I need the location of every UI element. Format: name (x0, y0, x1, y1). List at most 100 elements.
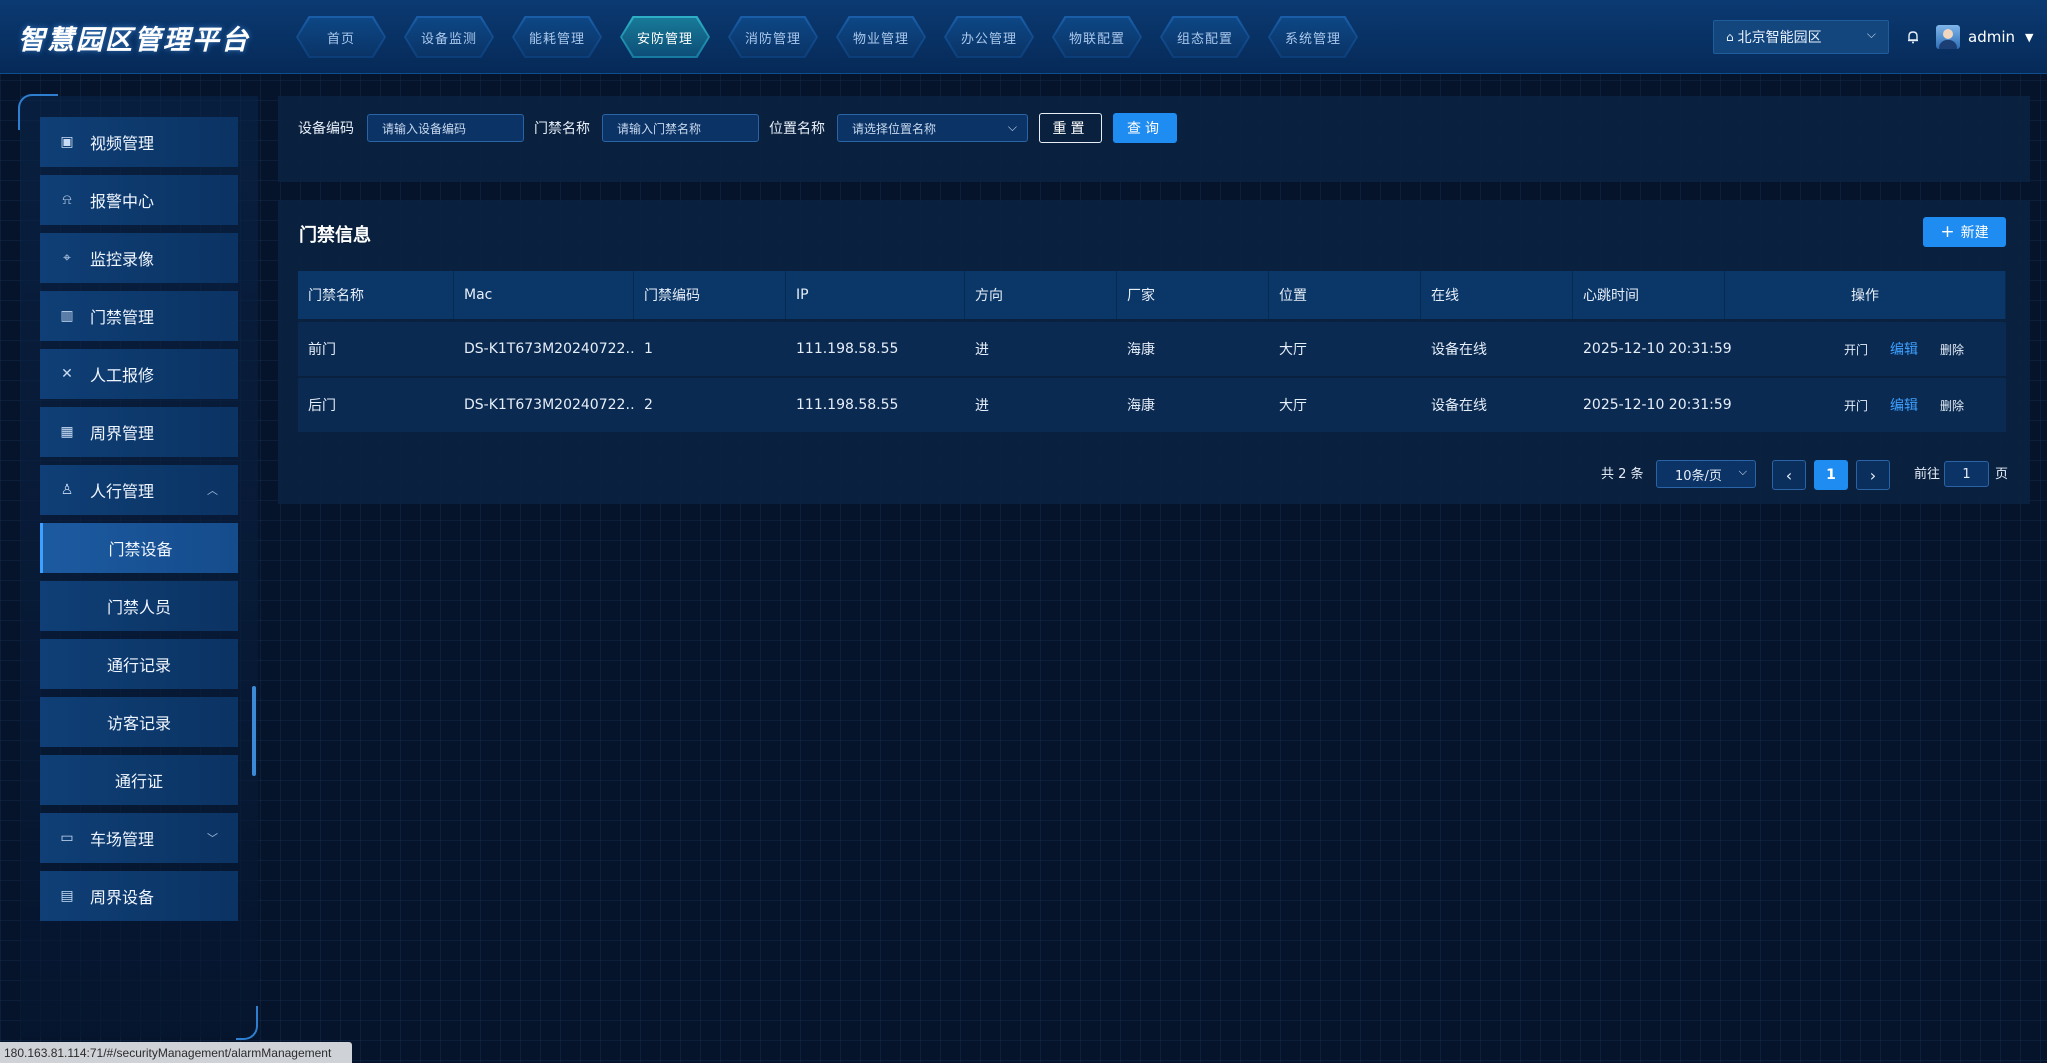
parking-icon: ▭ (60, 830, 74, 846)
door-name-input[interactable]: 请输入门禁名称 (602, 114, 759, 142)
nav-tab-scada-config[interactable]: 组态配置 (1160, 16, 1250, 58)
user-menu[interactable]: admin ▼ (1936, 24, 2033, 50)
sidebar-item-perimeter-device[interactable]: ▤ 周界设备 (40, 871, 238, 921)
sidebar-item-video[interactable]: ▣ 视频管理 (40, 117, 238, 167)
page-number-button[interactable]: 1 (1814, 460, 1848, 490)
edit-button[interactable]: 编辑 (1890, 395, 1918, 415)
chevron-left-icon: ‹ (1785, 465, 1793, 485)
sidebar-item-label: 周界管理 (90, 424, 155, 443)
goto-page-input[interactable]: 1 (1944, 461, 1989, 487)
sidebar-scrollbar[interactable] (252, 686, 256, 776)
username: admin (1968, 28, 2015, 46)
person-icon: ♙ (60, 482, 74, 498)
location-label: 位置名称 (769, 121, 825, 137)
edit-button[interactable]: 编辑 (1890, 339, 1918, 359)
cell-vendor: 海康 (1127, 398, 1155, 414)
tools-icon: ✕ (61, 366, 73, 382)
new-button[interactable]: + 新建 (1923, 217, 2006, 247)
row-actions: 开门 编辑 删除 (1802, 378, 2006, 432)
sidebar-item-label: 车场管理 (90, 830, 155, 849)
door-name-label: 门禁名称 (534, 121, 590, 137)
query-button[interactable]: 查询 (1113, 113, 1177, 143)
location-select[interactable]: 请选择位置名称 ⌵ (837, 114, 1028, 142)
nav-tab-office[interactable]: 办公管理 (944, 16, 1034, 58)
page-size-value: 10条/页 (1675, 468, 1722, 484)
park-selector-value: 北京智能园区 (1737, 30, 1822, 46)
chevron-down-icon: ⌵ (1866, 27, 1876, 41)
column-header: Mac (454, 271, 634, 319)
open-door-button[interactable]: 开门 (1844, 341, 1868, 358)
cell-heartbeat: 2025-12-10 20:31:59 (1583, 397, 1732, 413)
device-code-input[interactable]: 请输入设备编码 (367, 114, 524, 142)
device-code-placeholder: 请输入设备编码 (382, 121, 467, 136)
reset-button[interactable]: 重置 (1039, 113, 1102, 143)
nav-tab-system[interactable]: 系统管理 (1268, 16, 1358, 58)
delete-button[interactable]: 删除 (1940, 397, 1964, 414)
next-page-button[interactable]: › (1856, 460, 1890, 490)
video-icon: ▣ (60, 134, 74, 150)
device-code-label: 设备编码 (298, 121, 354, 137)
sidebar-subitem-pass-records[interactable]: 通行记录 (40, 639, 238, 689)
plus-icon: + (1940, 222, 1955, 242)
sidebar-subitem-pass[interactable]: 通行证 (40, 755, 238, 805)
sidebar-item-access[interactable]: ▥ 门禁管理 (40, 291, 238, 341)
sidebar-subitem-visitor-records[interactable]: 访客记录 (40, 697, 238, 747)
sidebar-item-parking[interactable]: ▭ 车场管理 ﹀ (40, 813, 238, 863)
cell-vendor: 海康 (1127, 342, 1155, 358)
sidebar-item-label: 人工报修 (90, 366, 155, 385)
nav-tab-security[interactable]: 安防管理 (620, 16, 710, 58)
top-header: 智慧园区管理平台 首页 设备监测 能耗管理 安防管理 消防管理 物业管理 办公管… (0, 0, 2047, 74)
sidebar-subitem-access-personnel[interactable]: 门禁人员 (40, 581, 238, 631)
bell-icon[interactable] (1906, 30, 1920, 44)
nav-tab-property[interactable]: 物业管理 (836, 16, 926, 58)
park-selector[interactable]: ⌂ 北京智能园区 ⌵ (1713, 20, 1889, 54)
sidebar-item-recording[interactable]: ⌖ 监控录像 (40, 233, 238, 283)
page-size-select[interactable]: 10条/页 ⌵ (1656, 460, 1756, 488)
pagination-total: 共 2 条 (1601, 467, 1644, 482)
goto-prefix: 前往 (1914, 467, 1941, 482)
sidebar-item-alarm[interactable]: ⍾ 报警中心 (40, 175, 238, 225)
sidebar-item-pedestrian[interactable]: ♙ 人行管理 ︿ (40, 465, 238, 515)
cell-online: 设备在线 (1431, 398, 1487, 414)
sidebar-subitem-access-device[interactable]: 门禁设备 (40, 523, 238, 573)
sidebar-item-label: 视频管理 (90, 134, 155, 153)
device-icon: ▤ (60, 888, 74, 904)
sidebar-item-repair[interactable]: ✕ 人工报修 (40, 349, 238, 399)
row-actions: 开门 编辑 删除 (1802, 322, 2006, 376)
cell-name: 前门 (308, 342, 336, 358)
cell-name: 后门 (308, 398, 336, 414)
column-header: 门禁名称 (298, 271, 454, 319)
chevron-down-icon: ⌵ (1007, 120, 1017, 134)
camera-icon: ⌖ (63, 250, 71, 266)
chevron-down-icon: ⌵ (1738, 465, 1747, 478)
table-row: 前门 DS-K1T673M20240722… 1 111.198.58.55 进… (298, 322, 2006, 376)
column-header: 方向 (965, 271, 1117, 319)
cell-mac: DS-K1T673M20240722… (464, 341, 634, 357)
sidebar-item-label: 报警中心 (90, 192, 155, 211)
status-url: 180.163.81.114:71/#/securityManagement/a… (0, 1042, 352, 1063)
cell-direction: 进 (975, 342, 989, 358)
column-header: 厂家 (1117, 271, 1269, 319)
column-header: 心跳时间 (1573, 271, 1725, 319)
nav-tab-iot-config[interactable]: 物联配置 (1052, 16, 1142, 58)
new-button-label: 新建 (1960, 225, 1989, 241)
sidebar-item-perimeter[interactable]: ▦ 周界管理 (40, 407, 238, 457)
column-header: 操作 (1725, 271, 2006, 319)
nav-tab-device-monitor[interactable]: 设备监测 (404, 16, 494, 58)
panel-title: 门禁信息 (299, 225, 371, 246)
chevron-up-icon: ︿ (207, 484, 218, 497)
nav-tab-energy[interactable]: 能耗管理 (512, 16, 602, 58)
cell-code: 2 (644, 397, 653, 413)
map-icon: ▥ (60, 308, 74, 324)
open-door-button[interactable]: 开门 (1844, 397, 1868, 414)
nav-tab-fire[interactable]: 消防管理 (728, 16, 818, 58)
nav-tab-home[interactable]: 首页 (296, 16, 386, 58)
sidebar-item-label: 周界设备 (90, 888, 155, 907)
column-header: 在线 (1421, 271, 1573, 319)
avatar (1936, 25, 1960, 49)
building-icon: ▦ (60, 424, 74, 440)
delete-button[interactable]: 删除 (1940, 341, 1964, 358)
cell-online: 设备在线 (1431, 342, 1487, 358)
prev-page-button[interactable]: ‹ (1772, 460, 1806, 490)
cell-location: 大厅 (1279, 398, 1307, 414)
